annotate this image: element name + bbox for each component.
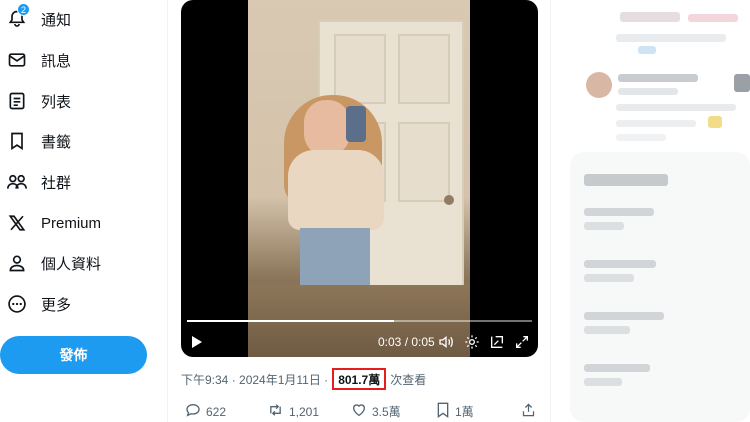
blurred-card <box>570 152 750 422</box>
nav-item-notifications[interactable]: 2 通知 <box>0 1 71 37</box>
post-actions: 622 1,201 3.5萬 1萬 <box>181 400 538 422</box>
views-highlight-box: 801.7萬 <box>332 368 387 390</box>
nav-item-more[interactable]: 更多 <box>0 286 71 322</box>
nav-item-profile[interactable]: 個人資料 <box>0 245 101 281</box>
nav-label-bookmarks: 書籤 <box>41 133 72 151</box>
views-label: 次查看 <box>390 372 427 387</box>
nav-item-bookmarks[interactable]: 書籤 <box>0 123 71 159</box>
column-divider-left <box>167 0 168 422</box>
post-timestamp[interactable]: 下午9:34 · 2024年1月11日 · <box>181 371 328 388</box>
video-progress-bar[interactable] <box>187 320 532 322</box>
repost-count: 1,201 <box>289 404 320 419</box>
share-icon <box>521 402 536 421</box>
nav-item-communities[interactable]: 社群 <box>0 164 71 200</box>
repost-button[interactable]: 1,201 <box>267 402 319 421</box>
video-frame <box>248 0 470 357</box>
nav-label-premium: Premium <box>41 214 102 232</box>
notification-badge: 2 <box>17 3 30 16</box>
nav-label-more: 更多 <box>41 296 72 314</box>
bell-icon: 2 <box>6 3 30 30</box>
repost-icon <box>267 402 284 421</box>
column-divider-right <box>550 0 551 422</box>
fullscreen-icon[interactable] <box>513 333 531 351</box>
volume-icon[interactable] <box>437 333 455 351</box>
picture-in-picture-icon[interactable] <box>488 333 506 351</box>
side-navigation: 2 通知 訊息 列表 書籤 社群 Premium 個人資料 更多 發佈 <box>0 0 170 422</box>
play-icon[interactable] <box>189 334 205 350</box>
nav-label-communities: 社群 <box>41 174 72 192</box>
video-controls: 0:03 / 0:05 <box>181 330 538 354</box>
heart-icon <box>351 402 367 421</box>
right-sidebar-blurred <box>568 0 750 422</box>
bookmark-outline-icon <box>436 402 450 421</box>
like-button[interactable]: 3.5萬 <box>351 402 401 421</box>
envelope-icon <box>6 49 28 71</box>
nav-label-profile: 個人資料 <box>41 255 102 273</box>
more-circle-icon <box>6 293 28 315</box>
nav-label-lists: 列表 <box>41 93 72 111</box>
post-meta: 下午9:34 · 2024年1月11日 · 801.7萬 次查看 <box>181 368 426 390</box>
reply-icon <box>185 402 201 421</box>
share-button[interactable] <box>521 402 536 421</box>
list-icon <box>6 90 28 112</box>
reply-count: 622 <box>206 404 227 419</box>
reply-button[interactable]: 622 <box>185 402 226 421</box>
bookmark-count: 1萬 <box>455 405 474 419</box>
person-icon <box>6 252 28 274</box>
video-time: 0:03 / 0:05 <box>378 335 435 349</box>
bookmark-icon <box>6 130 28 152</box>
nav-item-messages[interactable]: 訊息 <box>0 42 71 78</box>
like-count: 3.5萬 <box>372 405 401 419</box>
nav-item-premium[interactable]: Premium <box>0 205 101 241</box>
nav-label-notifications: 通知 <box>41 11 72 29</box>
nav-item-lists[interactable]: 列表 <box>0 83 71 119</box>
bookmark-button[interactable]: 1萬 <box>436 402 474 421</box>
x-logo-icon <box>6 212 28 234</box>
post-button[interactable]: 發佈 <box>0 336 147 374</box>
nav-label-messages: 訊息 <box>41 52 72 70</box>
video-progress-fill <box>187 320 394 322</box>
people-icon <box>6 171 28 193</box>
video-player[interactable]: 0:03 / 0:05 <box>181 0 538 357</box>
views-count: 801.7萬 <box>338 372 381 387</box>
settings-gear-icon[interactable] <box>463 333 481 351</box>
